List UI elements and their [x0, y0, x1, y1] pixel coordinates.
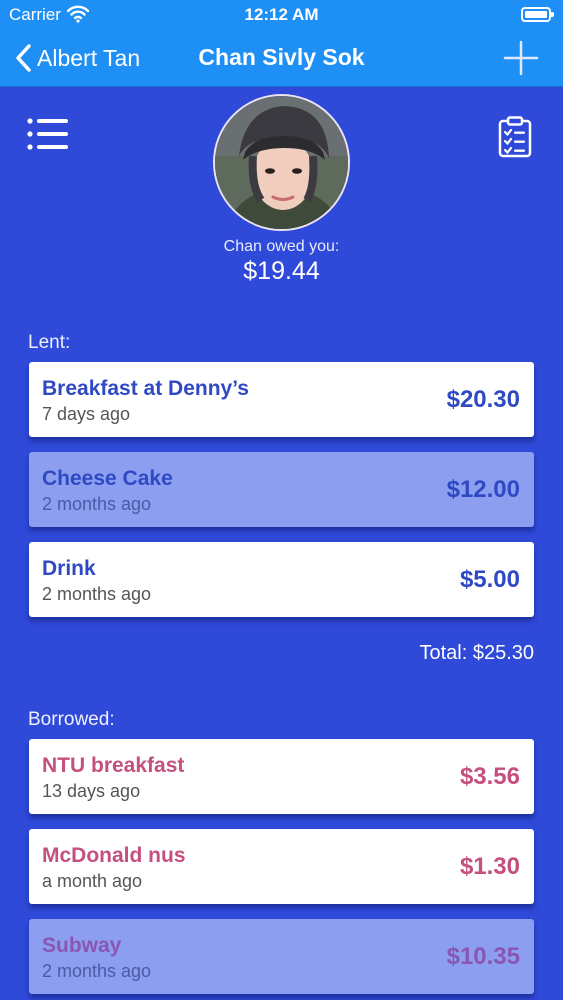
- plus-icon: [503, 40, 539, 76]
- avatar[interactable]: [213, 94, 350, 231]
- item-amount: $10.35: [446, 943, 520, 970]
- item-title: Breakfast at Denny’s: [42, 377, 249, 400]
- item-time: 13 days ago: [42, 781, 141, 801]
- item-title: Cheese Cake: [42, 467, 173, 490]
- back-button[interactable]: Albert Tan: [14, 42, 140, 74]
- item-amount: $1.30: [459, 853, 520, 880]
- item-amount: $5.00: [459, 566, 520, 593]
- borrowed-item[interactable]: McDonald nus a month ago $1.30: [29, 829, 534, 904]
- item-title: NTU breakfast: [42, 754, 185, 777]
- owed-amount: $19.44: [243, 257, 320, 285]
- list-icon: [27, 118, 68, 150]
- chevron-left-icon: [16, 44, 31, 72]
- lent-item[interactable]: Breakfast at Denny’s 7 days ago $20.30: [29, 362, 534, 437]
- item-time: 7 days ago: [42, 404, 131, 424]
- add-button[interactable]: [503, 40, 539, 76]
- status-bar: Carrier 12:12 AM: [0, 0, 563, 30]
- menu-button[interactable]: [26, 116, 70, 157]
- lent-total: Total: $25.30: [419, 642, 534, 664]
- battery-icon: [521, 7, 554, 22]
- owed-label: Chan owed you:: [223, 238, 340, 255]
- item-time: 2 months ago: [42, 961, 152, 981]
- item-amount: $20.30: [446, 386, 520, 413]
- item-title: Drink: [42, 557, 96, 580]
- item-title: McDonald nus: [42, 844, 186, 867]
- borrowed-section-label: Borrowed:: [28, 709, 115, 730]
- clock: 12:12 AM: [244, 5, 319, 24]
- navigation-bar: Albert Tan Chan Sivly Sok: [0, 30, 563, 87]
- avatar-photo: [215, 96, 348, 229]
- borrowed-item[interactable]: Subway 2 months ago $10.35: [29, 919, 534, 994]
- clipboard-button[interactable]: [498, 116, 532, 163]
- item-time: a month ago: [42, 871, 143, 891]
- lent-section-label: Lent:: [28, 332, 71, 353]
- back-label: Albert Tan: [37, 44, 141, 71]
- item-title: Subway: [42, 934, 122, 957]
- item-time: 2 months ago: [42, 584, 152, 604]
- item-amount: $3.56: [459, 763, 520, 790]
- clipboard-checklist-icon: [498, 116, 532, 158]
- item-time: 2 months ago: [42, 494, 152, 514]
- lent-item[interactable]: Drink 2 months ago $5.00: [29, 542, 534, 617]
- item-amount: $12.00: [446, 476, 520, 503]
- borrowed-item[interactable]: NTU breakfast 13 days ago $3.56: [29, 739, 534, 814]
- lent-item[interactable]: Cheese Cake 2 months ago $12.00: [29, 452, 534, 527]
